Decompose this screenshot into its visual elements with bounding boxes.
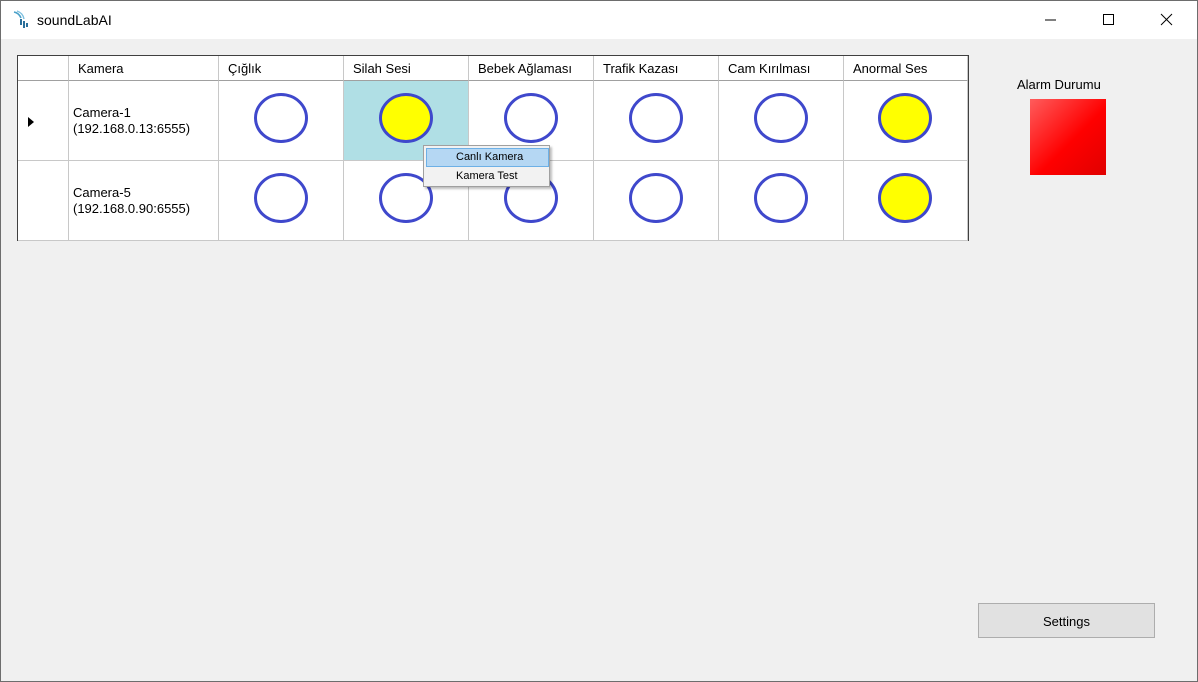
menu-item-live-camera[interactable]: Canlı Kamera — [426, 148, 549, 167]
close-icon — [1160, 13, 1173, 26]
alert-indicator-active — [878, 173, 932, 223]
camera-name: Camera-1 (192.168.0.13:6555) — [73, 105, 191, 136]
row-header-corner — [18, 56, 69, 81]
alert-cell-scream[interactable] — [219, 161, 344, 241]
col-header-abnormal-sound[interactable]: Anormal Ses — [844, 56, 968, 81]
row-header[interactable] — [18, 161, 69, 241]
alarm-status-label: Alarm Durumu — [1017, 77, 1101, 92]
camera-name: Camera-5 (192.168.0.90:6555) — [73, 185, 191, 216]
alert-indicator-inactive — [254, 93, 308, 143]
alert-indicator-active — [379, 93, 433, 143]
current-row-arrow-icon — [28, 117, 34, 127]
col-header-traffic-accident[interactable]: Trafik Kazası — [594, 56, 719, 81]
menu-item-label: Kamera Test — [456, 170, 518, 182]
alert-indicator-inactive — [629, 173, 683, 223]
alert-cell-abnormal-sound[interactable] — [844, 81, 968, 161]
minimize-button[interactable] — [1022, 1, 1080, 39]
alarm-status-indicator — [1030, 99, 1106, 175]
alert-indicator-inactive — [754, 173, 808, 223]
close-button[interactable] — [1138, 1, 1196, 39]
app-window: soundLabAI Kamera Çığlık Silah Sesi Bebek A… — [0, 0, 1198, 682]
alert-cell-glass-breaking[interactable] — [719, 161, 844, 241]
alert-cell-scream[interactable] — [219, 81, 344, 161]
alert-indicator-inactive — [629, 93, 683, 143]
col-header-glass-breaking[interactable]: Cam Kırılması — [719, 56, 844, 81]
alert-cell-abnormal-sound[interactable] — [844, 161, 968, 241]
alert-indicator-inactive — [754, 93, 808, 143]
col-header-camera[interactable]: Kamera — [69, 56, 219, 81]
alert-cell-glass-breaking[interactable] — [719, 81, 844, 161]
menu-item-label: Canlı Kamera — [456, 151, 524, 163]
title-bar: soundLabAI — [1, 1, 1197, 39]
maximize-icon — [1103, 14, 1114, 25]
alert-indicator-inactive — [504, 93, 558, 143]
col-header-scream[interactable]: Çığlık — [219, 56, 344, 81]
settings-button[interactable]: Settings — [978, 603, 1155, 638]
alert-cell-traffic-accident[interactable] — [594, 161, 719, 241]
alert-indicator-inactive — [254, 173, 308, 223]
alert-cell-traffic-accident[interactable] — [594, 81, 719, 161]
col-header-baby-crying[interactable]: Bebek Ağlaması — [469, 56, 594, 81]
maximize-button[interactable] — [1080, 1, 1138, 39]
soundlab-app-icon — [11, 9, 33, 31]
camera-cell[interactable]: Camera-5 (192.168.0.90:6555) — [69, 161, 219, 241]
camera-cell[interactable]: Camera-1 (192.168.0.13:6555) — [69, 81, 219, 161]
row-header[interactable] — [18, 81, 69, 161]
minimize-icon — [1045, 19, 1056, 21]
menu-item-camera-test[interactable]: Kamera Test — [426, 167, 549, 186]
window-title: soundLabAI — [37, 12, 112, 28]
context-menu: Canlı Kamera Kamera Test — [423, 145, 550, 187]
col-header-gunshot[interactable]: Silah Sesi — [344, 56, 469, 81]
alert-indicator-active — [878, 93, 932, 143]
